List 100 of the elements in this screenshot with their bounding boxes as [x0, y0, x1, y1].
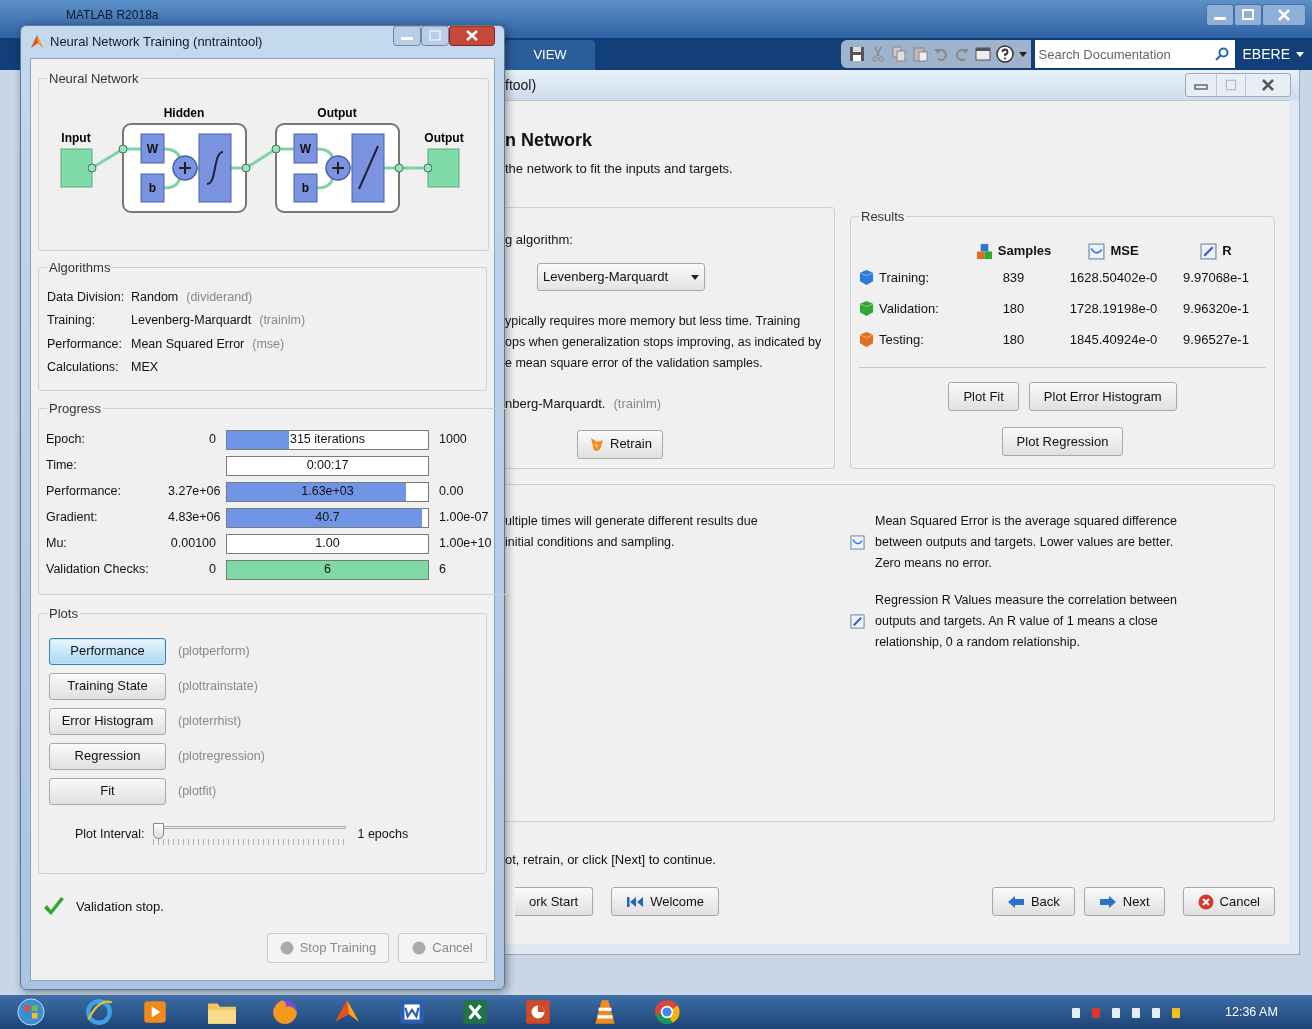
plot-button[interactable]: Error Histogram — [49, 707, 166, 735]
row-label: Training: — [879, 268, 930, 287]
function-name: (plotperform) — [178, 642, 250, 660]
bias-label: b — [148, 180, 157, 195]
progress-text: 0:00:17 — [305, 457, 350, 475]
view-tab[interactable]: VIEW — [505, 40, 595, 70]
progress-text: 1.00 — [314, 535, 341, 553]
function-name: (plottrainstate) — [178, 677, 258, 695]
nav-button[interactable]: ork Start — [515, 887, 594, 916]
group-title: Neural Network — [48, 70, 140, 88]
status-text: Validation stop. — [76, 898, 164, 917]
plot-button[interactable]: Plot Regression — [1001, 427, 1124, 456]
stop-icon — [279, 941, 294, 955]
help-icon[interactable] — [995, 45, 1014, 63]
chart-icon — [850, 534, 865, 550]
instruction-text: ot, retrain, or click [Next] to continue. — [505, 850, 717, 869]
bias-label: b — [301, 180, 310, 195]
word-icon[interactable] — [397, 998, 427, 1026]
layer-label: Hidden — [163, 105, 205, 120]
column-header: R — [1222, 242, 1232, 261]
line-chart-icon — [1200, 242, 1218, 260]
nav-button[interactable]: Next — [1083, 887, 1165, 916]
range-start: 0 — [208, 431, 216, 449]
excel-icon[interactable] — [460, 998, 490, 1026]
function-name: (trainlm) — [259, 312, 306, 330]
info-text: Mean Squared Error is the average squared difference between outputs and targets. Lower values are better. Zero means no error. — [875, 512, 1179, 572]
group-title: Progress — [48, 400, 103, 418]
description-text: ypically requires more memory but less time. Training ops when generalization stops improving, as indicated by e mean square error of the validation samples. — [505, 313, 823, 372]
caret-icon — [691, 274, 699, 280]
table-cell-text: 180 — [1001, 299, 1026, 318]
maximize-button[interactable] — [421, 26, 449, 46]
right-arrow-icon — [1098, 894, 1117, 909]
samples-icon — [975, 242, 993, 260]
caret-icon — [1296, 51, 1304, 57]
plot-button[interactable]: Fit — [49, 777, 166, 805]
field-label: Epoch: — [46, 431, 86, 449]
interval-slider[interactable] — [153, 822, 347, 847]
start-button[interactable] — [16, 998, 46, 1026]
field-label: Validation Checks: — [46, 561, 150, 579]
close-button[interactable] — [1262, 4, 1306, 26]
field-label: Performance: — [46, 483, 123, 501]
app-icon — [30, 34, 44, 50]
table-cell-text: 180 — [1001, 330, 1026, 349]
minimize-button[interactable] — [393, 26, 421, 46]
progress-text: 315 iterations — [288, 431, 367, 449]
row-label: Testing: — [879, 330, 924, 349]
column-header: MSE — [1110, 242, 1139, 261]
layer-label: Output — [317, 105, 357, 120]
table-cell-text: 9.97068e-1 — [1182, 268, 1250, 287]
search-field[interactable]: Search Documentation — [1034, 40, 1235, 68]
range-start: 0 — [208, 561, 216, 579]
field-label: Time: — [46, 457, 78, 475]
stop-icon — [412, 941, 427, 955]
function-name: (plotregression) — [178, 747, 265, 765]
plot-button[interactable]: Performance — [49, 637, 166, 665]
nav-button[interactable]: Back — [991, 887, 1075, 916]
algorithm-name: nberg-Marquardt. — [505, 395, 606, 413]
progress-text: 6 — [323, 561, 332, 579]
window-title: ftool) — [505, 75, 537, 95]
group-title: Algorithms — [48, 259, 112, 277]
window-title: Neural Network Training (nntraintool) — [50, 33, 263, 52]
field-label: g algorithm: — [505, 230, 574, 249]
nav-button[interactable]: Welcome — [611, 887, 720, 916]
restore-button[interactable] — [1234, 4, 1262, 26]
row-label: Validation: — [879, 299, 939, 318]
field-label: Training: — [47, 312, 97, 330]
paste-icon[interactable] — [911, 46, 928, 62]
field-value: Random — [131, 288, 179, 306]
plot-button[interactable]: Training State — [49, 672, 166, 700]
function-name: (mse) — [252, 335, 285, 353]
plot-button[interactable]: Plot Fit — [948, 382, 1019, 411]
info-text: ultiple times will generate different results due initial conditions and sampling. — [505, 512, 759, 551]
close-button[interactable] — [449, 26, 495, 46]
user-menu[interactable]: EBERE — [1234, 40, 1312, 68]
cancel-icon — [1197, 893, 1214, 910]
minimize-button[interactable] — [1206, 4, 1234, 26]
dropdown-caret-icon[interactable] — [1018, 51, 1027, 57]
rewind-icon — [626, 894, 645, 909]
field-value: 1 epochs — [357, 826, 409, 844]
search-icon[interactable] — [1214, 47, 1229, 61]
field-label: Data Division: — [47, 288, 126, 306]
table-cell-text: 1728.19198e-0 — [1068, 299, 1159, 318]
retrain-button[interactable]: Retrain — [577, 429, 663, 459]
browser-icon[interactable] — [84, 998, 114, 1026]
window-icon[interactable] — [974, 46, 991, 62]
presentation-icon[interactable] — [523, 998, 553, 1026]
save-icon[interactable] — [848, 46, 865, 62]
chrome-icon[interactable] — [652, 998, 682, 1026]
field-label: Gradient: — [46, 509, 99, 527]
plot-button[interactable]: Plot Error Histogram — [1028, 382, 1177, 411]
table-cell-text: 9.96320e-1 — [1182, 299, 1250, 318]
flame-icon — [588, 435, 606, 453]
group-title: Plots — [48, 605, 79, 623]
range-start: 0.00100 — [169, 535, 216, 553]
nav-button[interactable]: Cancel — [1182, 887, 1275, 916]
firefox-icon[interactable] — [270, 998, 300, 1026]
plot-button[interactable]: Regression — [49, 742, 166, 770]
function-name: (ploterrhist) — [178, 712, 242, 730]
algorithm-dropdown[interactable]: Levenberg-Marquardt — [537, 263, 705, 291]
progress-text: 40.7 — [314, 509, 341, 527]
